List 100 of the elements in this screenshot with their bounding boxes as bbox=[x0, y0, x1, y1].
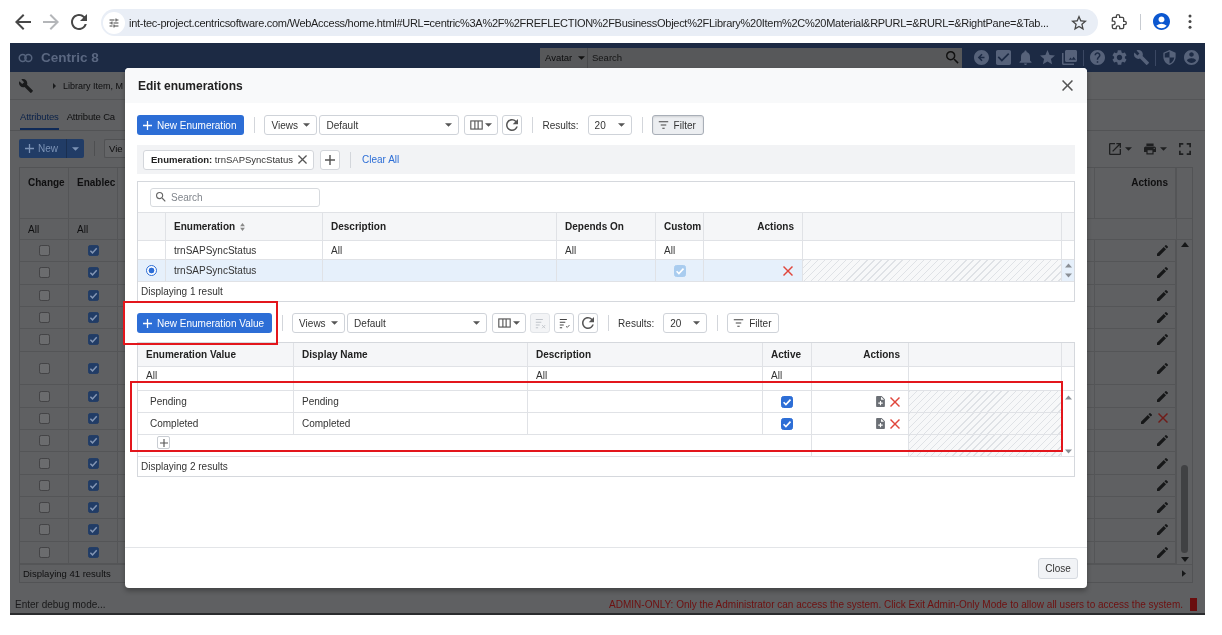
view-select[interactable]: Default bbox=[319, 115, 460, 135]
column-header[interactable]: Display Name bbox=[302, 349, 368, 360]
column-header[interactable]: Description bbox=[331, 221, 386, 232]
checkbox[interactable] bbox=[781, 395, 793, 408]
new-enumeration-button[interactable]: New Enumeration bbox=[137, 115, 245, 135]
column-header[interactable]: Actions bbox=[757, 221, 794, 232]
filter-field[interactable]: trnSAPSyncStatus bbox=[174, 244, 257, 256]
pencil-icon[interactable] bbox=[1157, 312, 1168, 324]
radio-button[interactable] bbox=[146, 265, 157, 276]
close-button[interactable]: Close bbox=[1038, 557, 1078, 579]
pencil-icon[interactable] bbox=[1157, 267, 1168, 279]
extensions-icon[interactable] bbox=[1111, 13, 1127, 30]
refresh-button[interactable] bbox=[502, 115, 523, 135]
checkbox[interactable] bbox=[781, 417, 793, 430]
fullscreen-icon[interactable] bbox=[1179, 142, 1191, 155]
checkbox[interactable] bbox=[38, 412, 50, 424]
account-icon[interactable] bbox=[1184, 50, 1199, 65]
clear-all-link[interactable]: Clear All bbox=[362, 154, 400, 165]
new-menu-button[interactable] bbox=[66, 139, 84, 158]
wrench-icon[interactable] bbox=[1134, 50, 1149, 65]
filter-field[interactable]: All bbox=[664, 244, 676, 256]
column-header[interactable]: Depends On bbox=[565, 221, 624, 232]
address-bar[interactable]: int-tec-project.centricsoftware.com/WebAccess/home.html#URL=centric%3A%2F%2FREFLECTION%2FBusinessObject%2FLibrary%20Item%2C%20Material&RPURL=&RURL=&RightPane=&Tab... bbox=[101, 9, 1098, 36]
menu-icon[interactable] bbox=[1188, 14, 1192, 29]
pencil-icon[interactable] bbox=[1157, 362, 1168, 374]
checkbox[interactable] bbox=[38, 524, 50, 536]
refresh-button[interactable] bbox=[578, 313, 599, 333]
checkbox[interactable] bbox=[87, 502, 99, 514]
checkbox[interactable] bbox=[87, 312, 99, 324]
column-header[interactable]: Enumeration bbox=[174, 221, 246, 232]
filter-field[interactable]: All bbox=[771, 370, 783, 381]
checkbox[interactable] bbox=[38, 334, 50, 346]
up-triangle-icon[interactable] bbox=[1180, 242, 1189, 247]
filter-button[interactable]: Filter bbox=[727, 313, 780, 333]
view-select[interactable]: Default bbox=[347, 313, 488, 333]
caret-down-icon[interactable] bbox=[1160, 146, 1167, 151]
right-triangle-icon[interactable] bbox=[1182, 570, 1186, 577]
checkbox[interactable] bbox=[38, 267, 50, 279]
down-triangle-icon[interactable] bbox=[1064, 273, 1072, 278]
pencil-icon[interactable] bbox=[1157, 245, 1168, 257]
checkbox[interactable] bbox=[38, 546, 50, 558]
delete-icon[interactable] bbox=[783, 265, 793, 276]
document-plus-icon[interactable] bbox=[876, 418, 885, 429]
checkbox[interactable] bbox=[38, 312, 50, 324]
results-select[interactable]: 20 bbox=[587, 115, 632, 135]
checkbox[interactable] bbox=[87, 546, 99, 558]
checkbox[interactable] bbox=[38, 457, 50, 469]
filter-field[interactable]: All bbox=[536, 370, 548, 381]
views-dropdown[interactable]: Views bbox=[264, 115, 318, 135]
filter-field[interactable]: All bbox=[565, 244, 577, 256]
up-triangle-icon[interactable] bbox=[1064, 263, 1072, 268]
reload-icon[interactable] bbox=[71, 13, 87, 30]
sort-button[interactable] bbox=[554, 313, 575, 333]
column-header[interactable]: Actions bbox=[863, 349, 900, 360]
checkbox[interactable] bbox=[87, 245, 99, 257]
pencil-icon[interactable] bbox=[1141, 412, 1152, 424]
help-icon[interactable] bbox=[1090, 50, 1105, 65]
down-triangle-icon[interactable] bbox=[1180, 557, 1189, 562]
back-icon[interactable] bbox=[15, 13, 31, 30]
close-icon[interactable] bbox=[1062, 80, 1073, 91]
filter-button[interactable]: Filter bbox=[651, 115, 704, 135]
pencil-icon[interactable] bbox=[1157, 435, 1168, 447]
pencil-icon[interactable] bbox=[1157, 457, 1168, 469]
checkbox[interactable] bbox=[87, 334, 99, 346]
checkbox[interactable] bbox=[38, 362, 50, 374]
column-header[interactable]: Description bbox=[536, 349, 591, 360]
new-button[interactable]: New bbox=[19, 139, 66, 158]
wrench-icon[interactable] bbox=[19, 78, 33, 93]
star-icon[interactable] bbox=[1040, 50, 1055, 65]
search-field[interactable]: Search bbox=[150, 187, 320, 207]
settings-icon[interactable] bbox=[1112, 50, 1127, 65]
checkbox[interactable] bbox=[38, 289, 50, 301]
bell-icon[interactable] bbox=[1018, 50, 1033, 65]
checkbox[interactable] bbox=[87, 362, 99, 374]
delete-icon[interactable] bbox=[890, 418, 900, 429]
checkbox[interactable] bbox=[38, 435, 50, 447]
add-row-button[interactable] bbox=[157, 436, 170, 449]
search-icon[interactable] bbox=[946, 51, 959, 64]
checkbox[interactable] bbox=[87, 289, 99, 301]
results-select[interactable]: 20 bbox=[663, 313, 708, 333]
pencil-icon[interactable] bbox=[1157, 289, 1168, 301]
filter-field[interactable]: All bbox=[331, 244, 343, 256]
checkbox[interactable] bbox=[38, 245, 50, 257]
up-triangle-icon[interactable] bbox=[1064, 395, 1072, 400]
pencil-icon[interactable] bbox=[1157, 546, 1168, 558]
document-plus-icon[interactable] bbox=[876, 396, 885, 407]
views-dropdown[interactable]: Views bbox=[292, 313, 346, 333]
bookmark-star-icon[interactable] bbox=[1071, 14, 1087, 31]
checkbox[interactable] bbox=[87, 390, 99, 402]
profile-icon[interactable] bbox=[1153, 13, 1170, 30]
column-header[interactable]: Active bbox=[771, 349, 801, 360]
checkbox[interactable] bbox=[38, 390, 50, 402]
caret-down-icon[interactable] bbox=[1125, 146, 1132, 151]
open-in-new-icon[interactable] bbox=[1109, 142, 1121, 155]
column-header[interactable]: Custom bbox=[664, 221, 702, 232]
delete-icon[interactable] bbox=[890, 396, 900, 407]
pencil-icon[interactable] bbox=[1157, 390, 1168, 402]
checkbox-icon[interactable] bbox=[996, 50, 1011, 65]
scrollbar-thumb[interactable] bbox=[1181, 465, 1188, 553]
checkbox[interactable] bbox=[38, 502, 50, 514]
